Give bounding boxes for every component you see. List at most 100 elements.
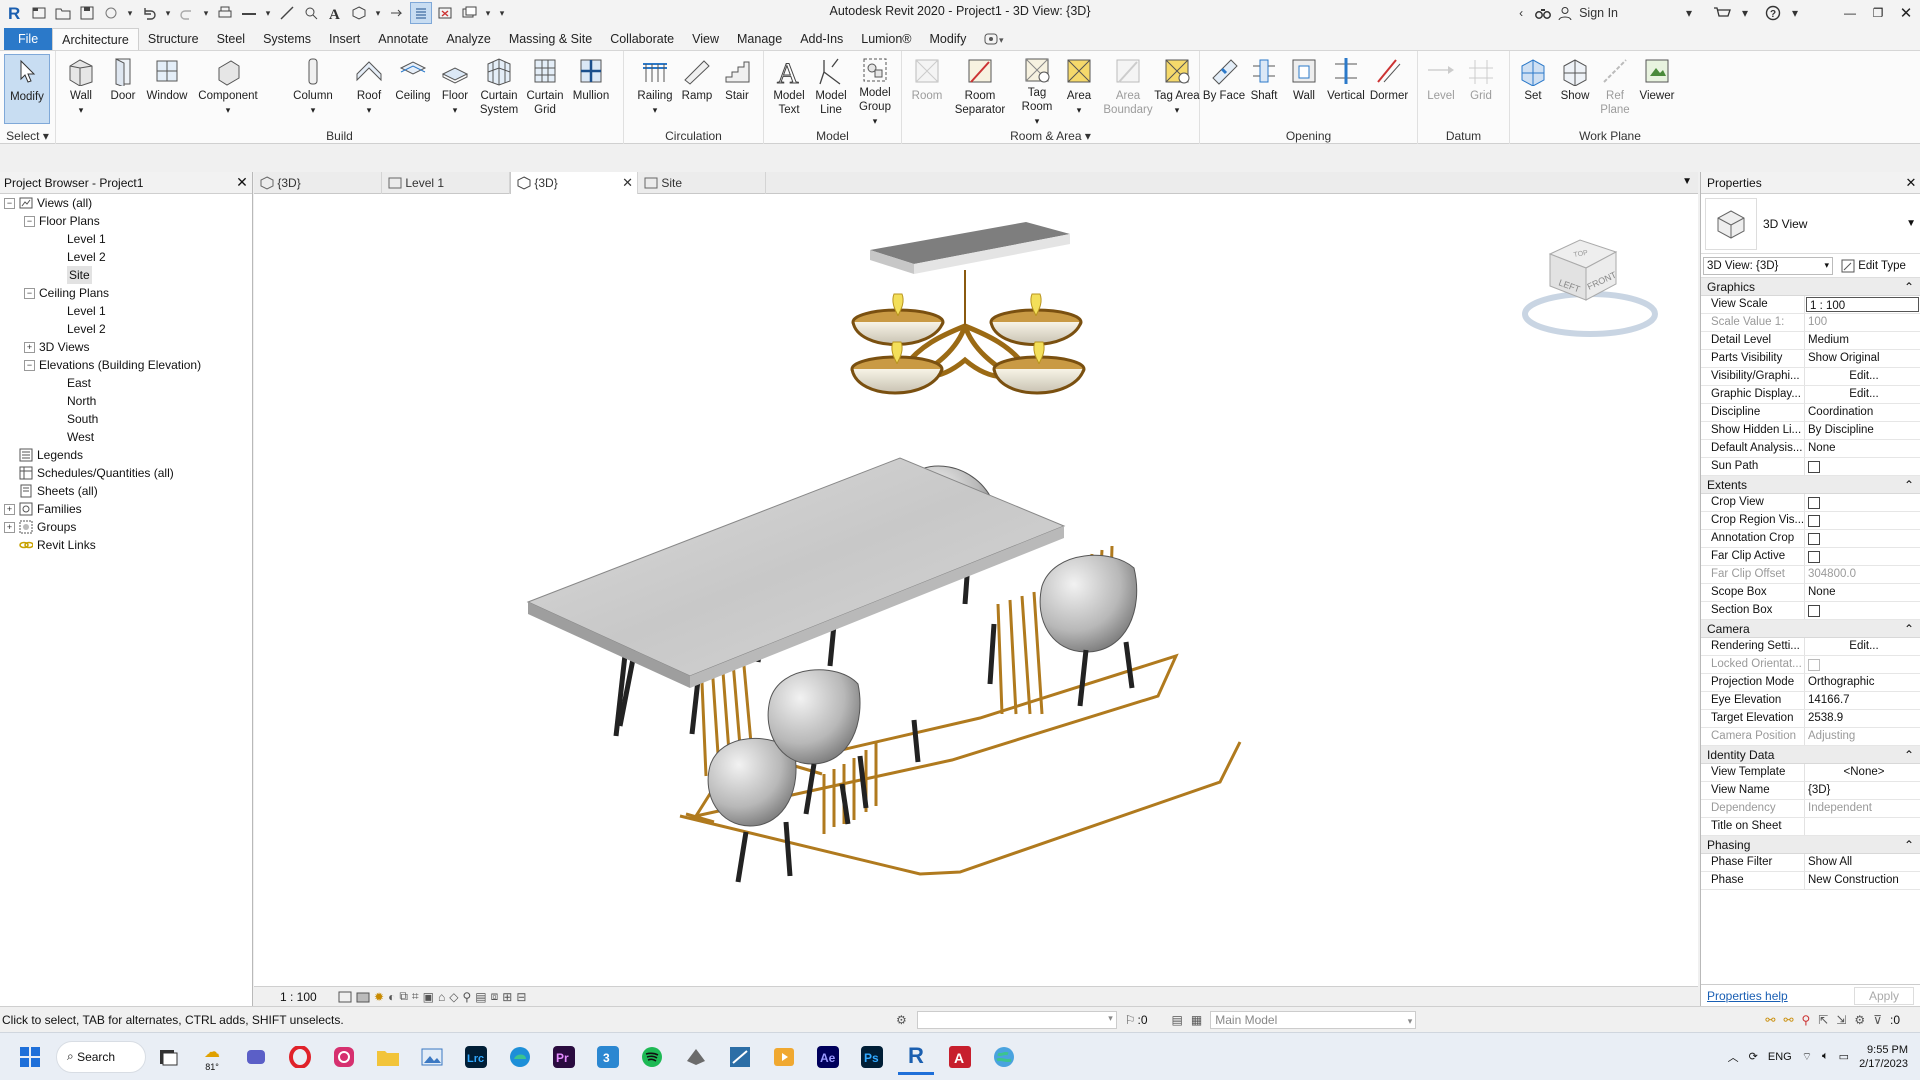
close-icon[interactable]: ✕: [1902, 175, 1920, 191]
switch-windows-icon[interactable]: [458, 2, 480, 24]
scene-canvas[interactable]: LEFT FRONT TOP: [254, 194, 1698, 986]
lightroom-icon[interactable]: Lrc: [458, 1039, 494, 1075]
ref-plane-button[interactable]: Ref Plane: [1592, 54, 1638, 128]
browser-item[interactable]: +3D Views: [0, 338, 252, 356]
property-group-header[interactable]: Extents ⌃: [1701, 476, 1920, 494]
property-value[interactable]: Orthographic: [1805, 674, 1920, 691]
detail-level-icon[interactable]: [338, 991, 352, 1003]
tab-analyze[interactable]: Analyze: [437, 28, 499, 50]
browser-item[interactable]: Legends: [0, 446, 252, 464]
minimize-icon[interactable]: —: [1836, 0, 1864, 26]
default-3d-view-icon[interactable]: [348, 2, 370, 24]
tab-modify[interactable]: Modify: [921, 28, 976, 50]
area-button[interactable]: Area ▾: [1056, 54, 1102, 128]
language-indicator[interactable]: ENG: [1768, 1051, 1792, 1063]
reveal-constraints-icon[interactable]: ⊞: [502, 990, 512, 1004]
switch-windows-dropdown-icon[interactable]: ▾: [482, 2, 494, 24]
dormer-button[interactable]: Dormer: [1366, 54, 1412, 128]
property-value[interactable]: 1 : 100: [1806, 297, 1919, 312]
roof-button[interactable]: Roof ▾: [346, 54, 392, 128]
show-crop-icon[interactable]: ▣: [423, 990, 434, 1004]
browser-item[interactable]: Level 1: [0, 230, 252, 248]
property-edit-button[interactable]: Edit...: [1805, 638, 1920, 655]
view-tab-3d-1[interactable]: {3D}: [254, 172, 382, 194]
browser-item[interactable]: − Floor Plans: [0, 212, 252, 230]
mullion-button[interactable]: Mullion: [568, 54, 614, 128]
highlight-displacement-icon[interactable]: ⧈: [491, 989, 499, 1004]
browser-item[interactable]: Level 1: [0, 302, 252, 320]
media-player-icon[interactable]: [766, 1039, 802, 1075]
tab-add-ins[interactable]: Add-Ins: [791, 28, 852, 50]
property-group-header[interactable]: Identity Data ⌃: [1701, 746, 1920, 764]
weather-icon[interactable]: ☁ 81°: [194, 1039, 230, 1075]
property-value[interactable]: Show All: [1805, 854, 1920, 871]
close-tab-icon[interactable]: ✕: [622, 175, 633, 191]
stair-button[interactable]: Stair: [714, 54, 760, 128]
chat-icon[interactable]: [238, 1039, 274, 1075]
checkbox[interactable]: [1808, 461, 1820, 473]
revit-logo-icon[interactable]: R: [4, 2, 26, 24]
collapse-icon[interactable]: −: [24, 287, 35, 299]
browser-item[interactable]: − Views (all): [0, 194, 252, 212]
checkbox[interactable]: [1808, 551, 1820, 563]
ceiling-button[interactable]: Ceiling: [390, 54, 436, 128]
property-value[interactable]: Medium: [1805, 332, 1920, 349]
tab-view[interactable]: View: [683, 28, 728, 50]
tab-annotate[interactable]: Annotate: [369, 28, 437, 50]
chevron-up-icon[interactable]: ︿: [1728, 1049, 1739, 1065]
save-icon[interactable]: [76, 2, 98, 24]
property-edit-button[interactable]: Edit...: [1805, 386, 1920, 403]
modify-button[interactable]: Modify: [4, 54, 50, 124]
select-by-face-icon[interactable]: ⇱: [1818, 1013, 1828, 1027]
photos-icon[interactable]: [414, 1039, 450, 1075]
column-button[interactable]: Column ▾: [288, 54, 338, 128]
property-edit-button[interactable]: <None>: [1805, 764, 1920, 781]
shaft-button[interactable]: Shaft: [1242, 54, 1286, 128]
property-checkbox-cell[interactable]: [1805, 512, 1920, 529]
3d-dropdown-icon[interactable]: ▾: [372, 2, 384, 24]
app-3d-icon[interactable]: [678, 1039, 714, 1075]
after-effects-icon[interactable]: Ae: [810, 1039, 846, 1075]
tab-structure[interactable]: Structure: [139, 28, 208, 50]
measure-dropdown-icon[interactable]: ▾: [262, 2, 274, 24]
wifi-icon[interactable]: ⌔: [1802, 1050, 1812, 1064]
tag-area-button[interactable]: Tag Area ▾: [1154, 54, 1200, 128]
volume-icon[interactable]: 🔈︎: [1822, 1050, 1829, 1063]
property-value[interactable]: Show Original: [1805, 350, 1920, 367]
tab-systems[interactable]: Systems: [254, 28, 320, 50]
tab-collaborate[interactable]: Collaborate: [601, 28, 683, 50]
property-checkbox-cell[interactable]: [1805, 548, 1920, 565]
open-icon[interactable]: [52, 2, 74, 24]
collapse-group-icon[interactable]: ⌃: [1904, 838, 1914, 852]
lock-view-icon[interactable]: ⌂: [438, 990, 445, 1004]
file-explorer-icon[interactable]: [370, 1039, 406, 1075]
tab-file[interactable]: File: [4, 28, 53, 50]
apply-button[interactable]: Apply: [1853, 986, 1914, 1005]
chevron-down-icon[interactable]: ▾: [1678, 2, 1700, 24]
collapse-group-icon[interactable]: ⌃: [1904, 280, 1914, 294]
checkbox[interactable]: [1808, 533, 1820, 545]
collapse-group-icon[interactable]: ⌃: [1904, 748, 1914, 762]
browser-item[interactable]: Site: [0, 266, 252, 284]
tab-architecture[interactable]: Architecture: [52, 28, 139, 50]
redo-icon[interactable]: [176, 2, 198, 24]
select-pinned-icon[interactable]: ⚲: [1802, 1013, 1811, 1027]
browser-item[interactable]: Schedules/Quantities (all): [0, 464, 252, 482]
floor-button[interactable]: Floor ▾: [432, 54, 478, 128]
user-icon[interactable]: [1554, 2, 1576, 24]
instagram-icon[interactable]: [326, 1039, 362, 1075]
temporary-hide-icon[interactable]: ◇: [449, 990, 458, 1004]
tabs-overflow-icon[interactable]: ▼: [1682, 176, 1692, 187]
set-button[interactable]: Set: [1510, 54, 1556, 128]
wall-button[interactable]: Wall ▾: [58, 54, 104, 128]
revit-taskbar-icon[interactable]: R: [898, 1039, 934, 1075]
tab-steel[interactable]: Steel: [208, 28, 255, 50]
taskbar-search[interactable]: ⌕ Search: [56, 1040, 146, 1073]
property-group-header[interactable]: Phasing ⌃: [1701, 836, 1920, 854]
autocad-icon[interactable]: A: [942, 1039, 978, 1075]
app-globe-icon[interactable]: [986, 1039, 1022, 1075]
property-value[interactable]: 14166.7: [1805, 692, 1920, 709]
viewcube[interactable]: LEFT FRONT TOP: [1522, 239, 1658, 337]
expand-icon[interactable]: +: [4, 521, 15, 533]
collapse-group-icon[interactable]: ⌃: [1904, 478, 1914, 492]
